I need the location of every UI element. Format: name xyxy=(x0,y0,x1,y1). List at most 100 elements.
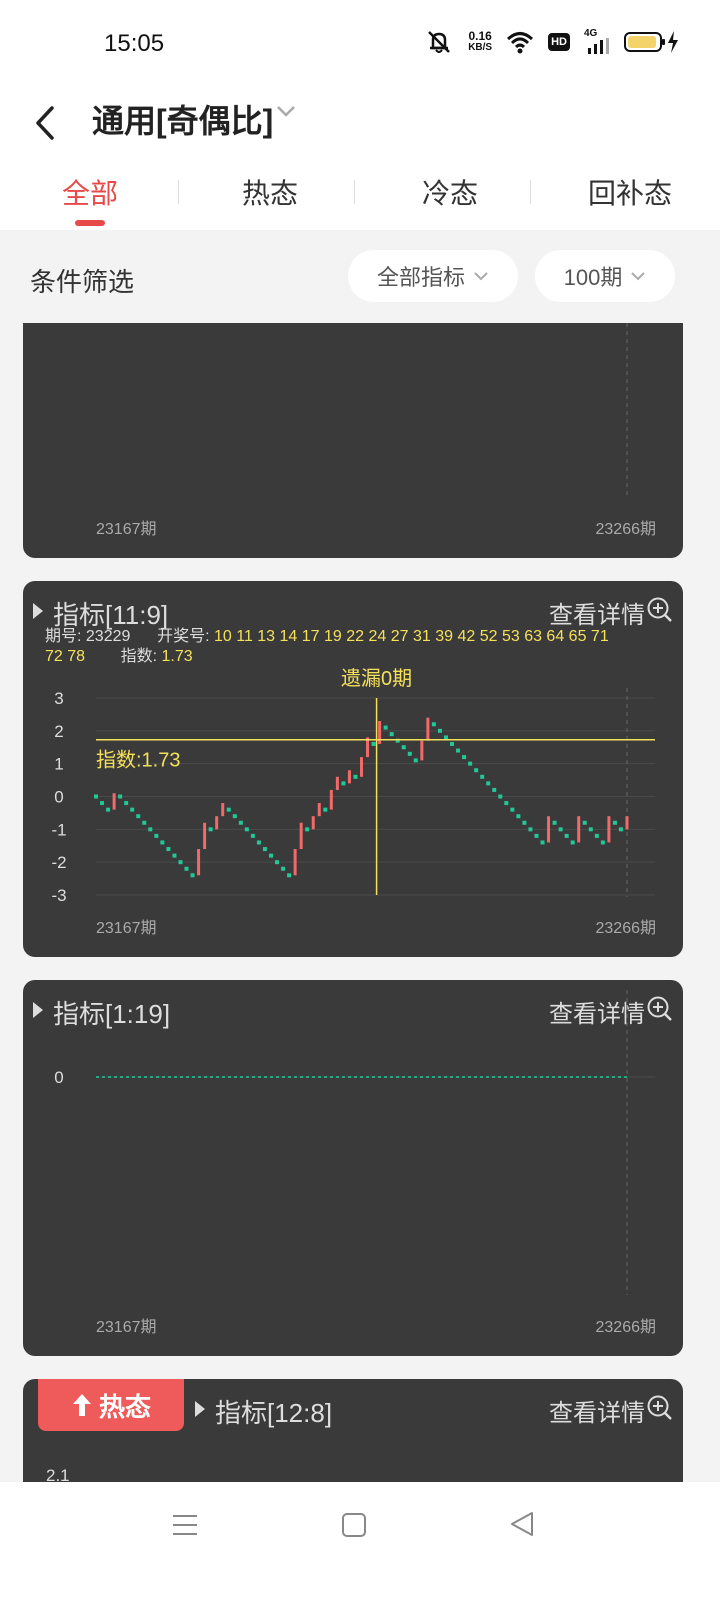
candle-down xyxy=(600,840,605,845)
app-header: 通用[奇偶比] 全部 热态 冷态 回补态 xyxy=(0,80,720,230)
tab-hot[interactable]: 热态 xyxy=(180,166,360,228)
net-speed-value: 0.16 xyxy=(468,29,492,43)
candle-down xyxy=(570,840,575,845)
candle-down xyxy=(480,774,485,779)
tab-cold[interactable]: 冷态 xyxy=(360,166,540,228)
candle-down xyxy=(94,794,98,799)
home-square-icon[interactable] xyxy=(341,1512,367,1538)
filter-bar: 条件筛选 全部指标 100期 xyxy=(0,230,720,324)
candle-down xyxy=(238,820,243,825)
back-arrow-icon[interactable] xyxy=(30,98,70,148)
candle-down xyxy=(588,827,593,832)
y-tick-label: -1 xyxy=(51,820,66,839)
candle-down xyxy=(612,820,617,825)
zoom-in-icon[interactable] xyxy=(647,1395,673,1421)
candle-down xyxy=(504,801,509,806)
candle-down xyxy=(383,725,388,730)
candle-up xyxy=(299,822,303,850)
view-detail-link[interactable]: 查看详情 xyxy=(549,1393,645,1428)
candle-down xyxy=(275,860,280,865)
candle-down xyxy=(287,873,292,878)
tab-rebound[interactable]: 回补态 xyxy=(540,166,720,228)
candle-down xyxy=(450,741,455,746)
status-icons: 0.16 KB/S HD 4G xyxy=(424,28,680,56)
indicator-select[interactable]: 全部指标 xyxy=(348,250,518,302)
candle-up xyxy=(221,803,225,817)
indicator-name: 指标[12:8] xyxy=(215,1398,333,1428)
candle-up xyxy=(203,822,207,850)
tab-divider xyxy=(178,180,179,204)
period-select[interactable]: 100期 xyxy=(535,250,675,302)
candle-down xyxy=(618,827,623,832)
wifi-icon xyxy=(507,32,534,54)
candle-up xyxy=(360,757,363,777)
candle-down xyxy=(558,827,563,832)
candle-down xyxy=(443,735,448,740)
candle-up xyxy=(426,717,430,741)
candle-down xyxy=(100,801,105,806)
cursor-label: 遗漏0期 xyxy=(341,667,412,690)
x-axis-start: 23167期 xyxy=(96,1319,157,1336)
card-header[interactable]: 指标[12:8] 查看详情 xyxy=(195,1393,673,1428)
candle-down xyxy=(190,873,195,878)
candle-up xyxy=(215,816,219,830)
net-speed: 0.16 KB/S xyxy=(468,30,492,54)
candle-down xyxy=(244,827,249,832)
menu-icon[interactable] xyxy=(172,1512,198,1538)
hot-badge: 热态 xyxy=(38,1379,184,1431)
chevron-down-icon[interactable] xyxy=(276,104,296,118)
candle-down xyxy=(106,807,111,812)
candle-down xyxy=(516,814,521,819)
candle-down xyxy=(268,853,273,858)
candle-down xyxy=(510,807,515,812)
indicator-chart[interactable]: 0 xyxy=(23,980,683,1356)
candle-down xyxy=(540,840,545,845)
candle-down xyxy=(456,748,461,753)
page-title[interactable]: 通用[奇偶比] xyxy=(92,96,273,142)
y-tick-label: -3 xyxy=(51,886,66,905)
candle-down xyxy=(208,827,213,832)
hot-badge-label: 热态 xyxy=(98,1391,151,1422)
candle-down xyxy=(534,833,539,838)
candle-down xyxy=(353,774,358,779)
chevron-down-icon xyxy=(631,272,646,281)
candle-down xyxy=(431,722,436,727)
candle-up xyxy=(317,803,321,817)
y-tick-label: 0 xyxy=(54,1068,63,1087)
indicator-card: 23167期 23266期 xyxy=(23,323,683,558)
candle-down xyxy=(401,745,406,750)
candle-down xyxy=(407,751,412,756)
tab-divider xyxy=(354,180,355,204)
candle-down xyxy=(250,833,255,838)
tab-all[interactable]: 全部 xyxy=(0,166,180,228)
candle-down xyxy=(184,866,189,871)
candle-down xyxy=(124,801,129,806)
filter-label: 条件筛选 xyxy=(30,267,135,297)
candle-down xyxy=(323,807,328,812)
candle-down xyxy=(389,732,394,737)
hd-icon: HD xyxy=(548,33,570,51)
indicator-chart[interactable]: 3 2 1 0 -1 -2 -3 指数:1.73 遗漏0期 xyxy=(23,581,683,957)
expand-triangle-icon[interactable] xyxy=(195,1401,205,1417)
candle-down xyxy=(371,741,376,746)
candle-down xyxy=(437,728,442,733)
system-nav-bar xyxy=(0,1482,720,1600)
candle-up xyxy=(547,816,551,843)
candle-down xyxy=(154,833,159,838)
candle-up xyxy=(420,740,424,761)
candle-down xyxy=(552,820,557,825)
arrow-up-icon xyxy=(72,1394,91,1416)
candle-up xyxy=(577,816,581,843)
candle-down xyxy=(142,820,147,825)
back-triangle-icon[interactable] xyxy=(508,1510,536,1538)
candle-up xyxy=(625,816,629,830)
candle-down xyxy=(528,827,533,832)
candle-down xyxy=(232,814,237,819)
candle-down xyxy=(564,833,569,838)
candle-down xyxy=(130,807,135,812)
candle-up xyxy=(335,776,339,790)
candle-down xyxy=(492,787,497,792)
x-axis-end: 23266期 xyxy=(595,521,657,538)
candle-up xyxy=(293,849,297,876)
candle-down xyxy=(468,761,473,766)
